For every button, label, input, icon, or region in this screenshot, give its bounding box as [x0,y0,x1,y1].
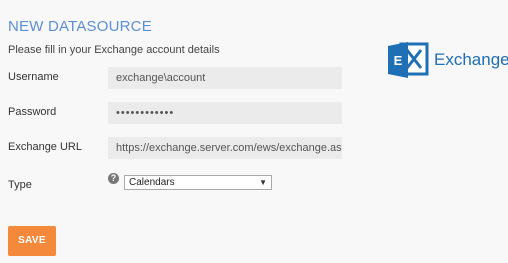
svg-text:E: E [394,53,403,68]
type-label: Type [8,179,32,191]
exchange-url-row: Exchange URL https://exchange.server.com… [8,137,348,159]
type-row: Type ? Calendars ▼ [8,171,348,193]
page-title: NEW DATASOURCE [8,18,152,35]
save-button[interactable]: SAVE [8,226,56,256]
exchange-url-field[interactable]: https://exchange.server.com/ews/exchange… [108,137,342,159]
question-circle-icon[interactable]: ? [108,173,119,184]
page-subtitle: Please fill in your Exchange account det… [8,44,220,56]
username-field[interactable]: exchange\account [108,67,342,89]
password-label: Password [8,106,57,118]
password-row: Password •••••••••••• [8,102,348,124]
username-label: Username [8,71,59,83]
exchange-url-label: Exchange URL [8,141,82,153]
type-select-value: Calendars [129,177,175,188]
username-row: Username exchange\account [8,67,348,89]
password-field[interactable]: •••••••••••• [108,102,342,124]
exchange-logo: E Exchange [386,40,508,80]
exchange-logo-icon: E [388,42,429,78]
exchange-logo-text: Exchange [434,50,508,69]
type-select[interactable]: Calendars ▼ [124,175,272,190]
dropdown-caret-icon: ▼ [259,178,267,187]
